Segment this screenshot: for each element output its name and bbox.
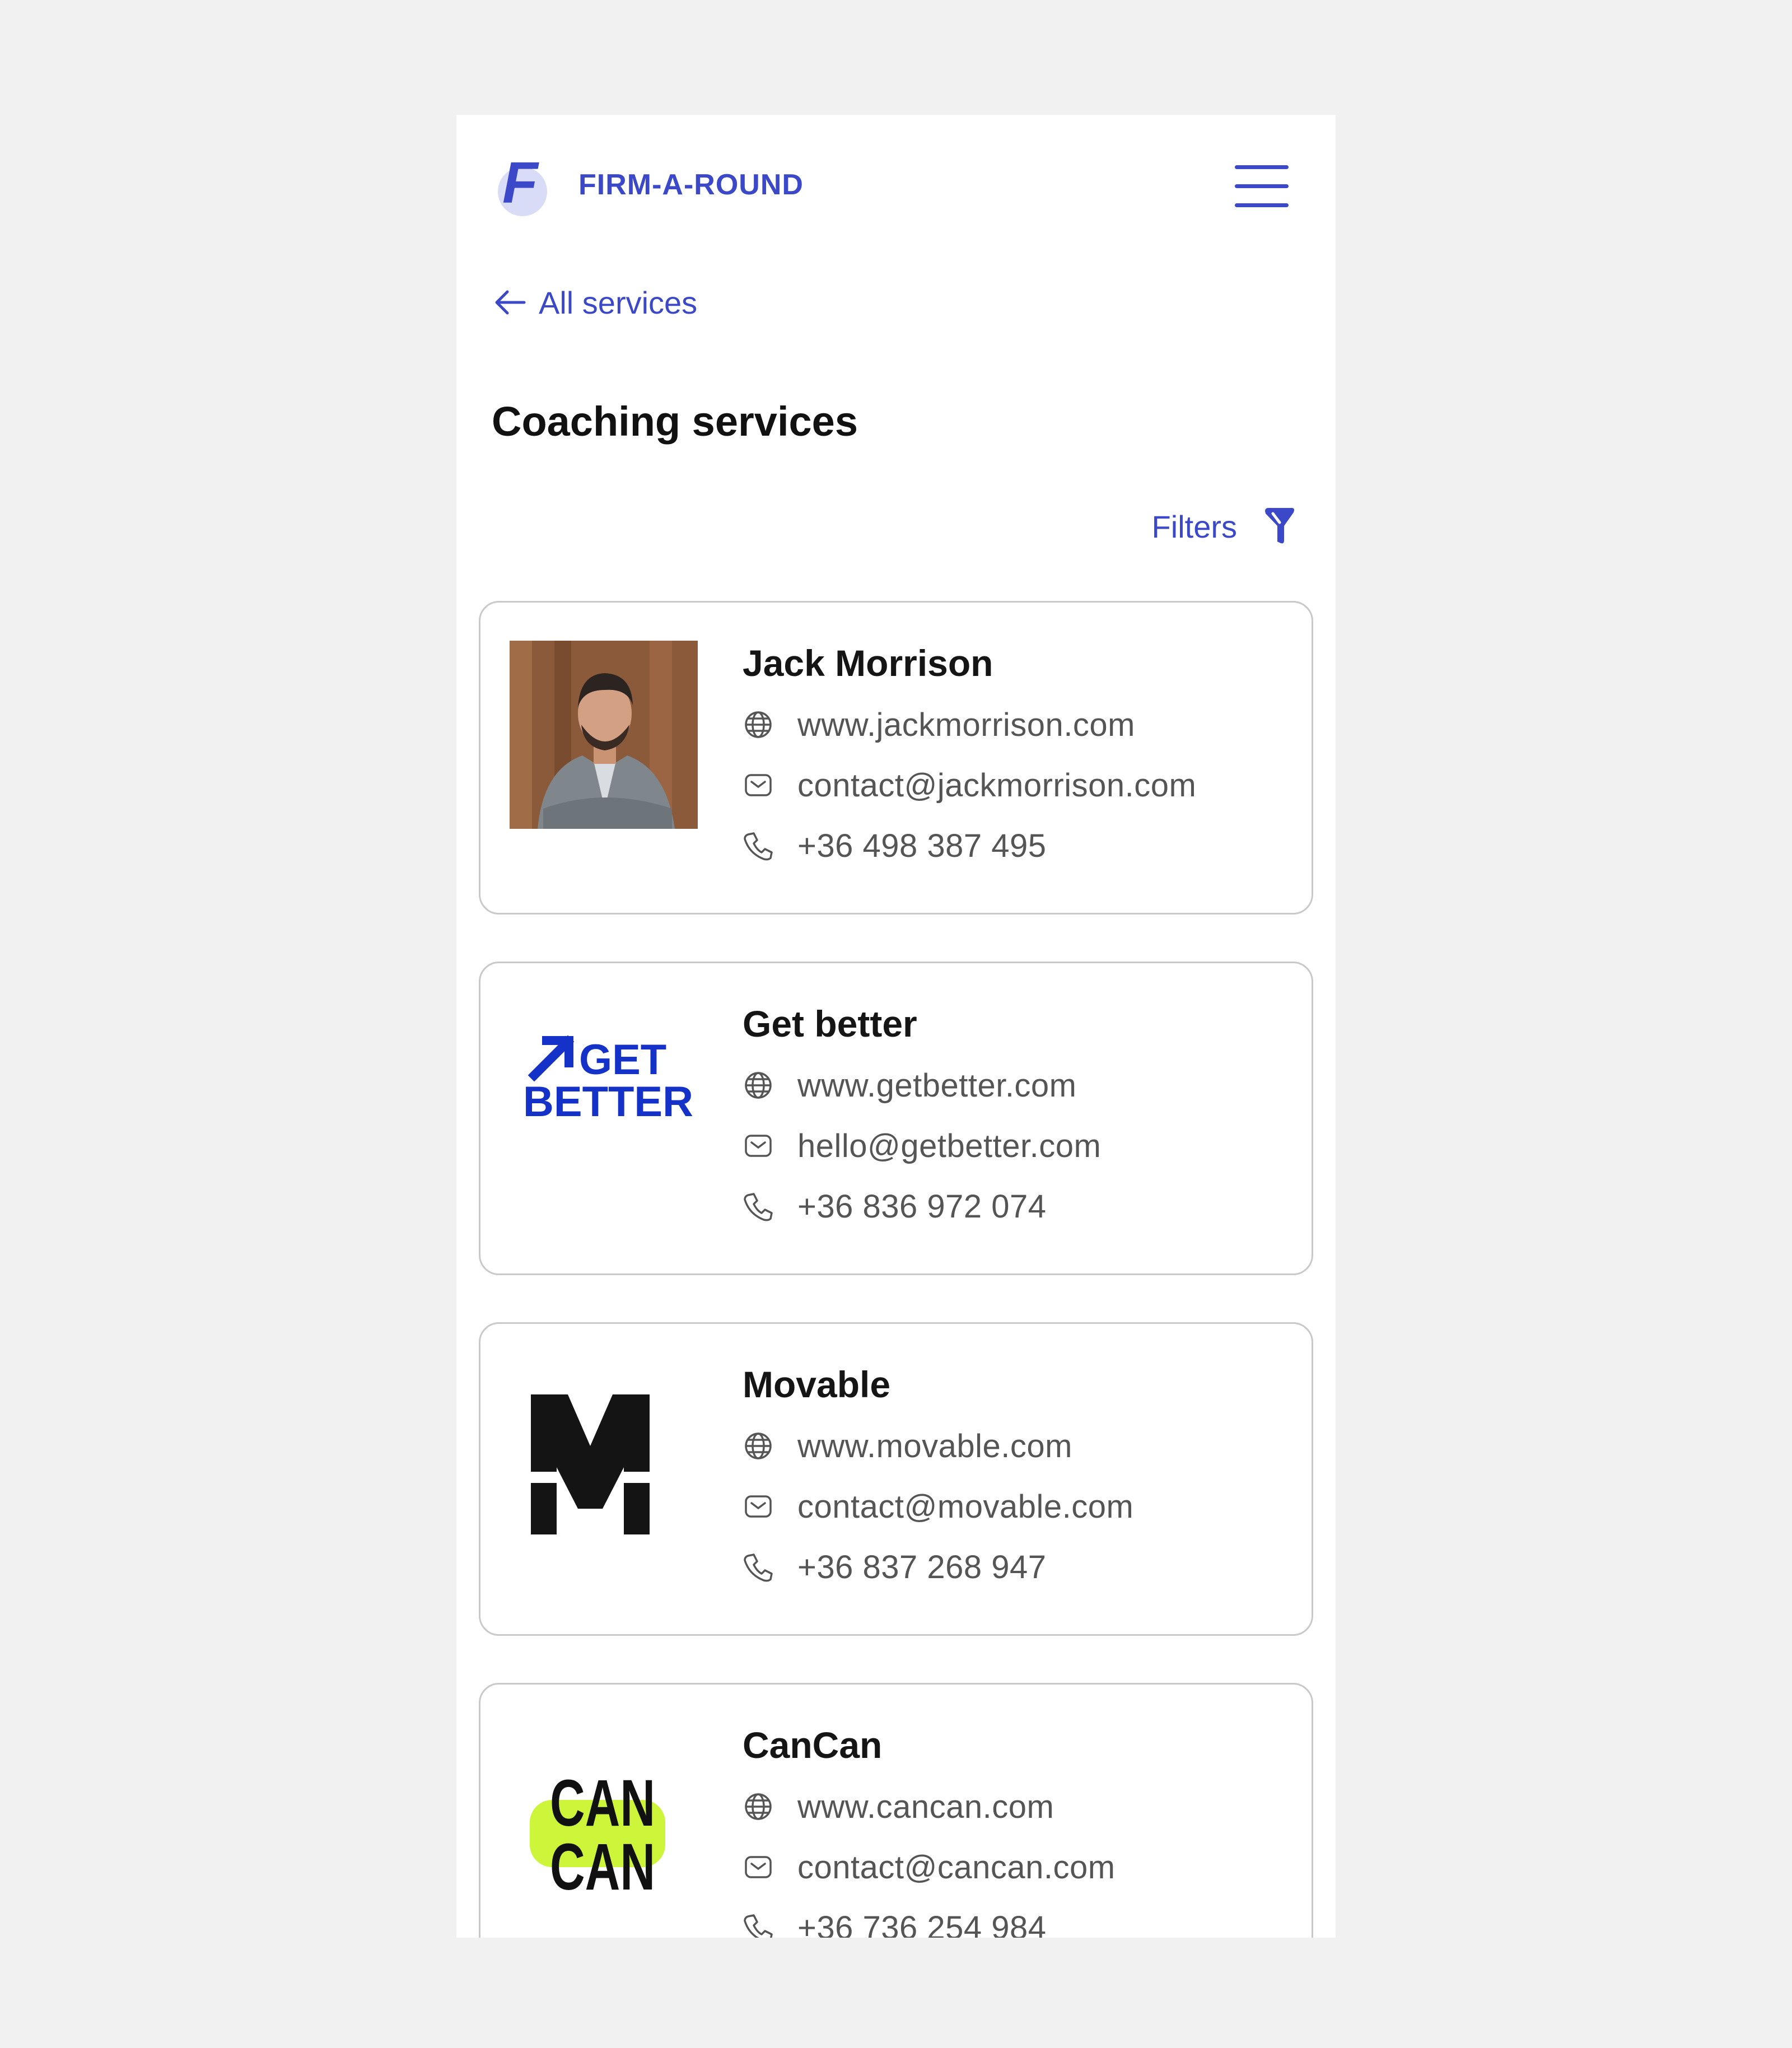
phone-row[interactable]: +36 498 387 495 xyxy=(743,823,1047,868)
back-link-label: All services xyxy=(539,284,698,320)
mobile-page: F FIRM-A-ROUND All services Coaching ser… xyxy=(456,115,1336,1938)
phone-icon xyxy=(744,1193,773,1221)
phone-link[interactable]: +36 498 387 495 xyxy=(797,827,1047,865)
service-card[interactable]: Movable www.movable.com contact@movable.… xyxy=(479,1322,1313,1636)
mail-icon xyxy=(745,1856,772,1878)
email-link[interactable]: contact@movable.com xyxy=(797,1488,1133,1525)
globe-icon xyxy=(745,1072,772,1099)
page-title: Coaching services xyxy=(492,398,858,445)
website-link[interactable]: www.getbetter.com xyxy=(797,1067,1077,1104)
header: F FIRM-A-ROUND xyxy=(456,115,1336,255)
email-row[interactable]: contact@jackmorrison.com xyxy=(743,763,1196,808)
phone-icon xyxy=(744,1914,773,1938)
globe-icon xyxy=(745,1433,772,1459)
service-card[interactable]: CAN CAN CanCan www.cancan.com contact@ca… xyxy=(479,1683,1313,1938)
filter-icon xyxy=(1265,508,1294,544)
website-row[interactable]: www.getbetter.com xyxy=(743,1063,1077,1108)
website-row[interactable]: www.cancan.com xyxy=(743,1784,1054,1829)
website-link[interactable]: www.movable.com xyxy=(797,1427,1072,1465)
phone-row[interactable]: +36 736 254 984 xyxy=(743,1905,1047,1938)
mail-icon xyxy=(745,1495,772,1518)
cancan-logo: CAN CAN xyxy=(530,1766,665,1904)
hamburger-menu-icon[interactable] xyxy=(1235,165,1289,208)
website-row[interactable]: www.jackmorrison.com xyxy=(743,702,1135,747)
cancan-logo-line2: CAN xyxy=(550,1830,655,1904)
phone-icon xyxy=(744,1554,773,1582)
mail-icon xyxy=(745,774,772,796)
website-link[interactable]: www.cancan.com xyxy=(797,1788,1054,1826)
phone-icon xyxy=(744,832,773,861)
mail-icon xyxy=(745,1135,772,1157)
get-better-logo-line2: BETTER xyxy=(523,1078,693,1126)
brand-name: FIRM-A-ROUND xyxy=(578,169,804,201)
phone-link[interactable]: +36 836 972 074 xyxy=(797,1188,1047,1225)
email-link[interactable]: hello@getbetter.com xyxy=(797,1127,1101,1165)
brand-logo-letter: F xyxy=(502,151,539,216)
globe-icon xyxy=(745,711,772,738)
phone-link[interactable]: +36 736 254 984 xyxy=(797,1909,1047,1938)
globe-icon xyxy=(745,1793,772,1820)
service-card[interactable]: GET BETTER Get better www.getbetter.com … xyxy=(479,962,1313,1275)
listing-name: Jack Morrison xyxy=(743,642,993,684)
website-link[interactable]: www.jackmorrison.com xyxy=(797,706,1135,744)
service-card[interactable]: Jack Morrison www.jackmorrison.com conta… xyxy=(479,601,1313,915)
email-row[interactable]: hello@getbetter.com xyxy=(743,1123,1101,1168)
email-row[interactable]: contact@cancan.com xyxy=(743,1845,1116,1890)
phone-row[interactable]: +36 837 268 947 xyxy=(743,1545,1047,1589)
get-better-logo: GET BETTER xyxy=(523,1035,693,1126)
website-row[interactable]: www.movable.com xyxy=(743,1424,1072,1468)
get-better-logo-line1: GET xyxy=(579,1036,666,1084)
arrow-left-icon xyxy=(495,290,526,315)
email-link[interactable]: contact@cancan.com xyxy=(797,1849,1116,1886)
phone-link[interactable]: +36 837 268 947 xyxy=(797,1548,1047,1586)
email-link[interactable]: contact@jackmorrison.com xyxy=(797,767,1196,804)
movable-logo xyxy=(526,1394,653,1534)
profile-photo xyxy=(510,641,698,829)
filters-button[interactable]: Filters xyxy=(1152,507,1296,546)
back-link[interactable]: All services xyxy=(493,280,697,325)
phone-row[interactable]: +36 836 972 074 xyxy=(743,1184,1047,1229)
filters-label: Filters xyxy=(1151,508,1237,544)
listing-name: CanCan xyxy=(743,1724,883,1766)
listing-name: Get better xyxy=(743,1003,917,1044)
service-list: Jack Morrison www.jackmorrison.com conta… xyxy=(479,601,1313,1938)
cancan-logo-line1: CAN xyxy=(550,1766,655,1840)
brand-logo[interactable]: F xyxy=(496,151,557,218)
email-row[interactable]: contact@movable.com xyxy=(743,1484,1133,1529)
listing-name: Movable xyxy=(743,1364,891,1405)
